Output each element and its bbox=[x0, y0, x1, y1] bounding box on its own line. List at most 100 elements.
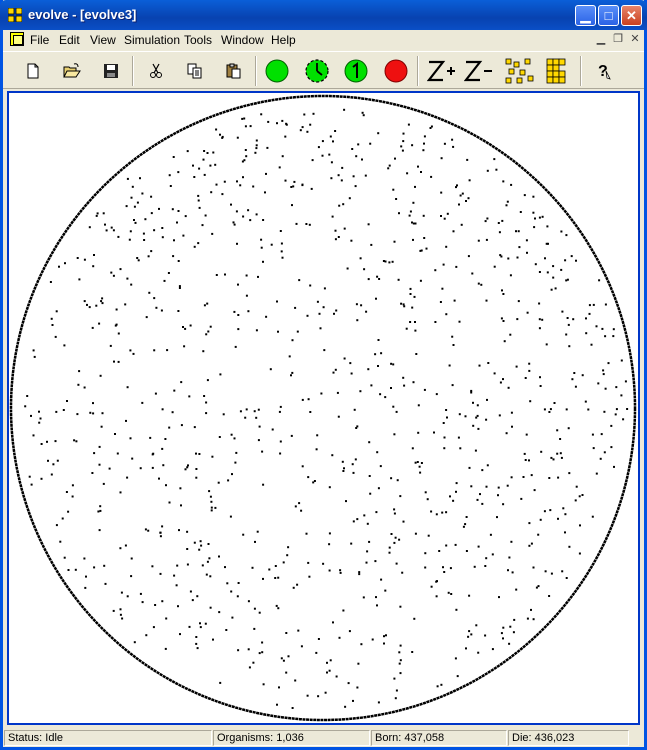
organism bbox=[507, 569, 509, 572]
organism bbox=[366, 550, 369, 553]
title-bar[interactable]: evolve - [evolve3] ▁ □ ✕ bbox=[0, 0, 647, 30]
timed-step-button[interactable] bbox=[305, 59, 329, 83]
organism bbox=[500, 317, 503, 320]
organism bbox=[499, 381, 502, 384]
organism bbox=[445, 245, 448, 248]
organism bbox=[581, 374, 584, 377]
organism bbox=[349, 362, 352, 365]
organism bbox=[63, 344, 66, 347]
organism bbox=[201, 224, 204, 227]
organism bbox=[46, 440, 48, 443]
single-step-button[interactable] bbox=[344, 59, 368, 83]
organism bbox=[489, 533, 492, 536]
document-icon[interactable] bbox=[10, 32, 24, 46]
organism bbox=[239, 184, 242, 187]
organism bbox=[307, 398, 310, 401]
menu-simulation[interactable]: Simulation bbox=[124, 33, 180, 47]
organism bbox=[350, 542, 353, 545]
menu-edit[interactable]: Edit bbox=[59, 33, 80, 47]
organism bbox=[465, 516, 468, 518]
organism bbox=[473, 565, 476, 568]
zoom-in-button[interactable] bbox=[427, 59, 457, 83]
open-button[interactable] bbox=[60, 59, 84, 83]
organism bbox=[255, 144, 258, 147]
new-button[interactable] bbox=[21, 59, 45, 83]
minimize-button[interactable]: ▁ bbox=[575, 5, 596, 26]
organism bbox=[234, 461, 237, 464]
maximize-button[interactable]: □ bbox=[598, 5, 619, 26]
mdi-minimize-icon[interactable]: ▁ bbox=[593, 32, 609, 46]
simulation-canvas[interactable] bbox=[7, 91, 640, 725]
zoom-out-button[interactable] bbox=[464, 59, 494, 83]
menu-window[interactable]: Window bbox=[221, 33, 264, 47]
organism bbox=[571, 378, 574, 381]
organism bbox=[572, 318, 575, 321]
organism bbox=[260, 238, 263, 241]
world-view[interactable] bbox=[9, 93, 638, 723]
organism bbox=[92, 265, 95, 268]
grid-view-button[interactable] bbox=[544, 58, 570, 84]
organism bbox=[465, 200, 467, 202]
mdi-restore-icon[interactable]: ❐ bbox=[610, 32, 626, 46]
cut-button[interactable] bbox=[144, 59, 168, 83]
organism bbox=[357, 143, 360, 146]
organism bbox=[99, 509, 102, 512]
organism bbox=[544, 257, 546, 260]
organism bbox=[376, 275, 379, 278]
organism bbox=[153, 229, 156, 232]
paste-button[interactable] bbox=[222, 59, 246, 83]
organism bbox=[455, 265, 458, 268]
organism bbox=[430, 510, 433, 513]
organism bbox=[394, 697, 397, 700]
maximize-icon: □ bbox=[604, 8, 613, 23]
organism bbox=[316, 434, 319, 437]
organism bbox=[497, 486, 500, 489]
organism bbox=[459, 447, 462, 450]
organism bbox=[182, 326, 184, 328]
organism bbox=[411, 651, 414, 653]
organism bbox=[443, 447, 446, 450]
organism bbox=[363, 514, 366, 517]
organism bbox=[276, 300, 278, 303]
menu-file[interactable]: File bbox=[30, 33, 49, 47]
organism bbox=[242, 533, 245, 536]
organism bbox=[76, 257, 79, 259]
organism bbox=[550, 456, 553, 459]
organism bbox=[254, 540, 256, 543]
menu-view[interactable]: View bbox=[90, 33, 116, 47]
organism bbox=[369, 492, 372, 495]
organism bbox=[612, 328, 615, 331]
close-button[interactable]: ✕ bbox=[621, 5, 642, 26]
organism bbox=[309, 411, 312, 413]
stop-simulation-button[interactable] bbox=[384, 59, 408, 83]
organism bbox=[276, 122, 278, 125]
organism bbox=[247, 209, 250, 212]
organism bbox=[602, 369, 605, 372]
organism bbox=[89, 411, 92, 414]
organism bbox=[195, 468, 198, 470]
copy-button[interactable] bbox=[183, 59, 207, 83]
help-button[interactable]: ? bbox=[591, 59, 615, 83]
menu-tools[interactable]: Tools bbox=[184, 33, 212, 47]
mdi-close-icon[interactable]: ✕ bbox=[627, 32, 643, 46]
organism bbox=[568, 345, 571, 348]
scatter-view-button[interactable] bbox=[505, 58, 535, 84]
organism bbox=[177, 210, 180, 212]
menu-help[interactable]: Help bbox=[271, 33, 296, 47]
organism bbox=[328, 532, 331, 535]
organism bbox=[315, 651, 318, 654]
new-icon bbox=[27, 63, 39, 79]
organism bbox=[379, 465, 382, 468]
organism bbox=[151, 453, 154, 456]
organism bbox=[574, 499, 577, 502]
organism bbox=[552, 265, 555, 268]
organism bbox=[475, 416, 478, 419]
continue-simulation-button[interactable] bbox=[265, 59, 289, 83]
organism bbox=[505, 432, 508, 435]
organism bbox=[247, 310, 250, 313]
organism bbox=[88, 306, 91, 309]
organism bbox=[126, 595, 129, 598]
organism bbox=[244, 149, 247, 151]
organism bbox=[433, 431, 435, 434]
save-button[interactable] bbox=[99, 59, 123, 83]
